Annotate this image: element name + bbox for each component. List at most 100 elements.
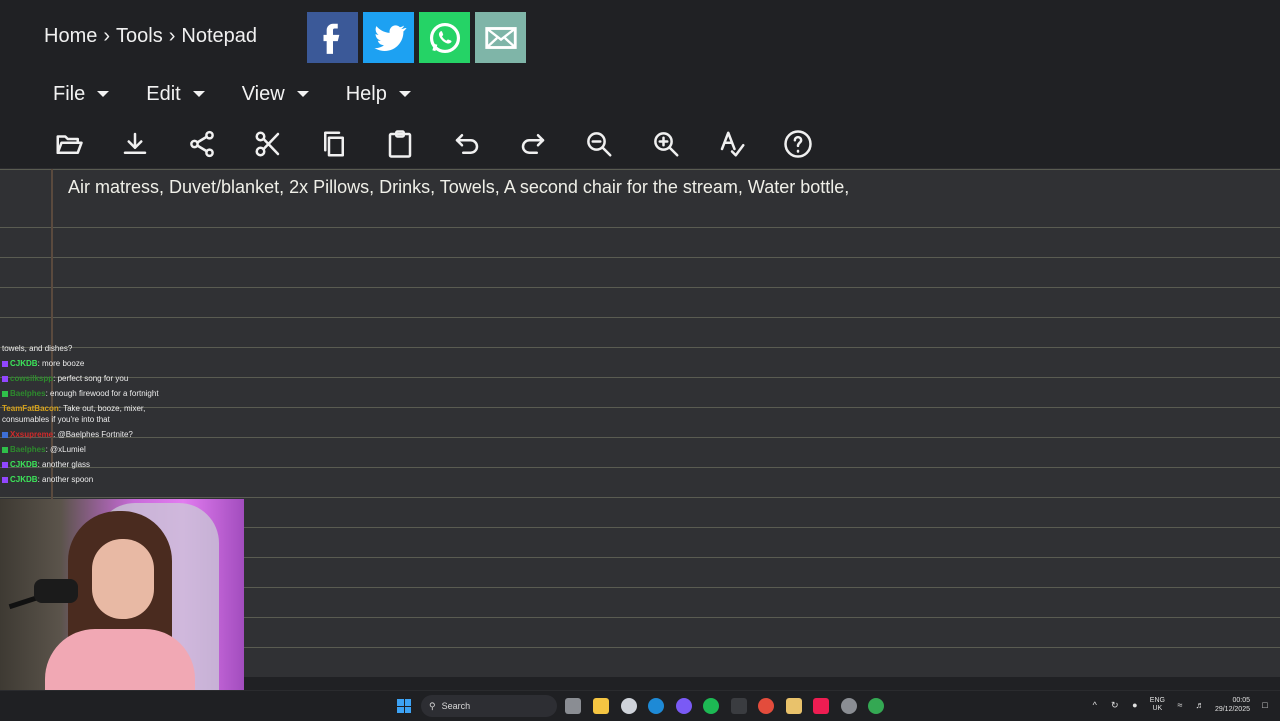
breadcrumb-notepad: Notepad	[181, 25, 258, 47]
cut-icon	[255, 131, 280, 157]
open-icon	[56, 135, 83, 154]
menu-edit-label: Edit	[146, 83, 181, 105]
chat-message: Baelphes: @xLumiel	[2, 444, 162, 455]
taskbar-search[interactable]: ⚲ Search	[421, 695, 557, 717]
volume-icon[interactable]: ♬	[1195, 700, 1205, 710]
menu-view[interactable]: View	[242, 83, 309, 106]
chat-username: Xxsupreme	[10, 430, 54, 439]
spotify-icon[interactable]	[703, 698, 719, 714]
sub-badge-icon	[2, 375, 8, 382]
clock-date: 29/12/2025	[1214, 706, 1250, 713]
undo-button[interactable]	[449, 126, 485, 162]
zoom-in-button[interactable]	[648, 126, 684, 162]
cut-button[interactable]	[250, 126, 286, 162]
wifi-icon[interactable]: ≈	[1175, 700, 1185, 710]
system-tray: ^ ↻ ● ENG UK ≈ ♬ 00:05 29/12/2025 □	[1090, 696, 1270, 714]
chat-text: @xLumiel	[50, 445, 86, 454]
chat-username: CJKDB	[10, 359, 38, 368]
download-button[interactable]	[117, 126, 153, 162]
app-header: Home › Tools › Notepad File Edit View He…	[0, 0, 1280, 169]
app-icon[interactable]	[731, 698, 747, 714]
settings-icon[interactable]	[841, 698, 857, 714]
discord-icon[interactable]	[676, 698, 692, 714]
copy-icon	[324, 131, 345, 157]
breadcrumb-tools[interactable]: Tools	[116, 25, 163, 48]
edge-icon[interactable]	[648, 698, 664, 714]
share-buttons	[307, 12, 526, 63]
chat-text: another glass	[42, 460, 91, 469]
menu-edit[interactable]: Edit	[146, 83, 205, 106]
spellcheck-button[interactable]	[714, 126, 750, 162]
chat-message: CJKDB: another glass	[2, 459, 162, 470]
undo-icon	[455, 134, 479, 154]
share-button[interactable]	[184, 126, 220, 162]
microphone-icon[interactable]: ●	[1130, 700, 1140, 710]
breadcrumb-separator: ›	[168, 25, 176, 47]
breadcrumb-separator: ›	[103, 25, 111, 47]
caret-down-icon	[398, 90, 411, 97]
email-share-button[interactable]	[475, 12, 526, 63]
email-icon	[484, 26, 517, 49]
chat-message: cowsilkspp: perfect song for you	[2, 373, 162, 384]
twitter-share-button[interactable]	[363, 12, 414, 63]
zoom-out-icon	[587, 132, 612, 157]
clock-time: 00:05	[1232, 697, 1250, 704]
stream-chat-overlay: towels, and dishes? CJKDB: more booze co…	[2, 343, 162, 489]
caret-down-icon	[192, 90, 205, 97]
menu-file-label: File	[53, 83, 86, 105]
help-icon	[784, 130, 813, 158]
mod-badge-icon	[2, 390, 8, 397]
paste-button[interactable]	[382, 126, 418, 162]
zoom-in-icon	[653, 132, 679, 157]
tiktok-icon[interactable]	[813, 698, 829, 714]
copy-button[interactable]	[316, 126, 352, 162]
chat-username: Baelphes	[10, 445, 46, 454]
sub-badge-icon	[2, 360, 8, 367]
chevron-up-icon[interactable]: ^	[1090, 700, 1100, 710]
chat-message: Baelphes: enough firewood for a fortnigh…	[2, 388, 162, 399]
ccleaner-icon[interactable]	[621, 698, 637, 714]
zoom-out-button[interactable]	[581, 126, 617, 162]
chrome-alt-icon[interactable]	[868, 698, 884, 714]
facebook-icon	[323, 23, 339, 54]
notification-icon[interactable]: □	[1260, 700, 1270, 710]
file-explorer-icon[interactable]	[593, 698, 609, 714]
chat-text: more booze	[42, 359, 85, 368]
help-button[interactable]	[780, 126, 816, 162]
menu-help-label: Help	[345, 83, 387, 105]
mod-badge-icon	[2, 446, 8, 453]
share-icon	[189, 130, 214, 158]
facebook-share-button[interactable]	[307, 12, 358, 63]
chat-text: perfect song for you	[57, 374, 129, 383]
sync-icon[interactable]: ↻	[1110, 700, 1120, 710]
chat-username: TeamFatBacon	[2, 404, 59, 413]
download-icon	[124, 132, 147, 154]
microphone	[34, 579, 78, 603]
caret-down-icon	[97, 90, 110, 97]
search-icon: ⚲	[429, 700, 436, 711]
chrome-icon[interactable]	[758, 698, 774, 714]
sub-badge-icon	[2, 461, 8, 468]
menu-view-label: View	[241, 83, 285, 105]
taskbar-search-label: Search	[441, 701, 471, 711]
clock[interactable]: 00:05 29/12/2025	[1215, 696, 1250, 714]
taskbar: ⚲ Search ^ ↻ ● ENG UK ≈ ♬ 00:05 29/12/20…	[0, 690, 1280, 721]
menu-help[interactable]: Help	[346, 83, 411, 106]
language-indicator[interactable]: ENG UK	[1150, 697, 1165, 713]
chat-message: CJKDB: more booze	[2, 358, 162, 369]
open-button[interactable]	[51, 126, 87, 162]
task-view-icon[interactable]	[565, 698, 581, 714]
breadcrumb-home[interactable]: Home	[44, 25, 97, 48]
redo-button[interactable]	[515, 126, 551, 162]
streamlabs-icon[interactable]	[786, 698, 802, 714]
chat-username: CJKDB	[10, 475, 38, 484]
start-button[interactable]	[397, 699, 411, 713]
menu-file[interactable]: File	[53, 83, 110, 106]
whatsapp-share-button[interactable]	[419, 12, 470, 63]
chat-text: enough firewood for a fortnight	[50, 389, 159, 398]
chat-username: Baelphes	[10, 389, 46, 398]
editor-text[interactable]: Air matress, Duvet/blanket, 2x Pillows, …	[68, 177, 849, 198]
whatsapp-icon	[429, 22, 460, 53]
redo-icon	[521, 134, 545, 154]
streamer-face	[92, 539, 154, 619]
